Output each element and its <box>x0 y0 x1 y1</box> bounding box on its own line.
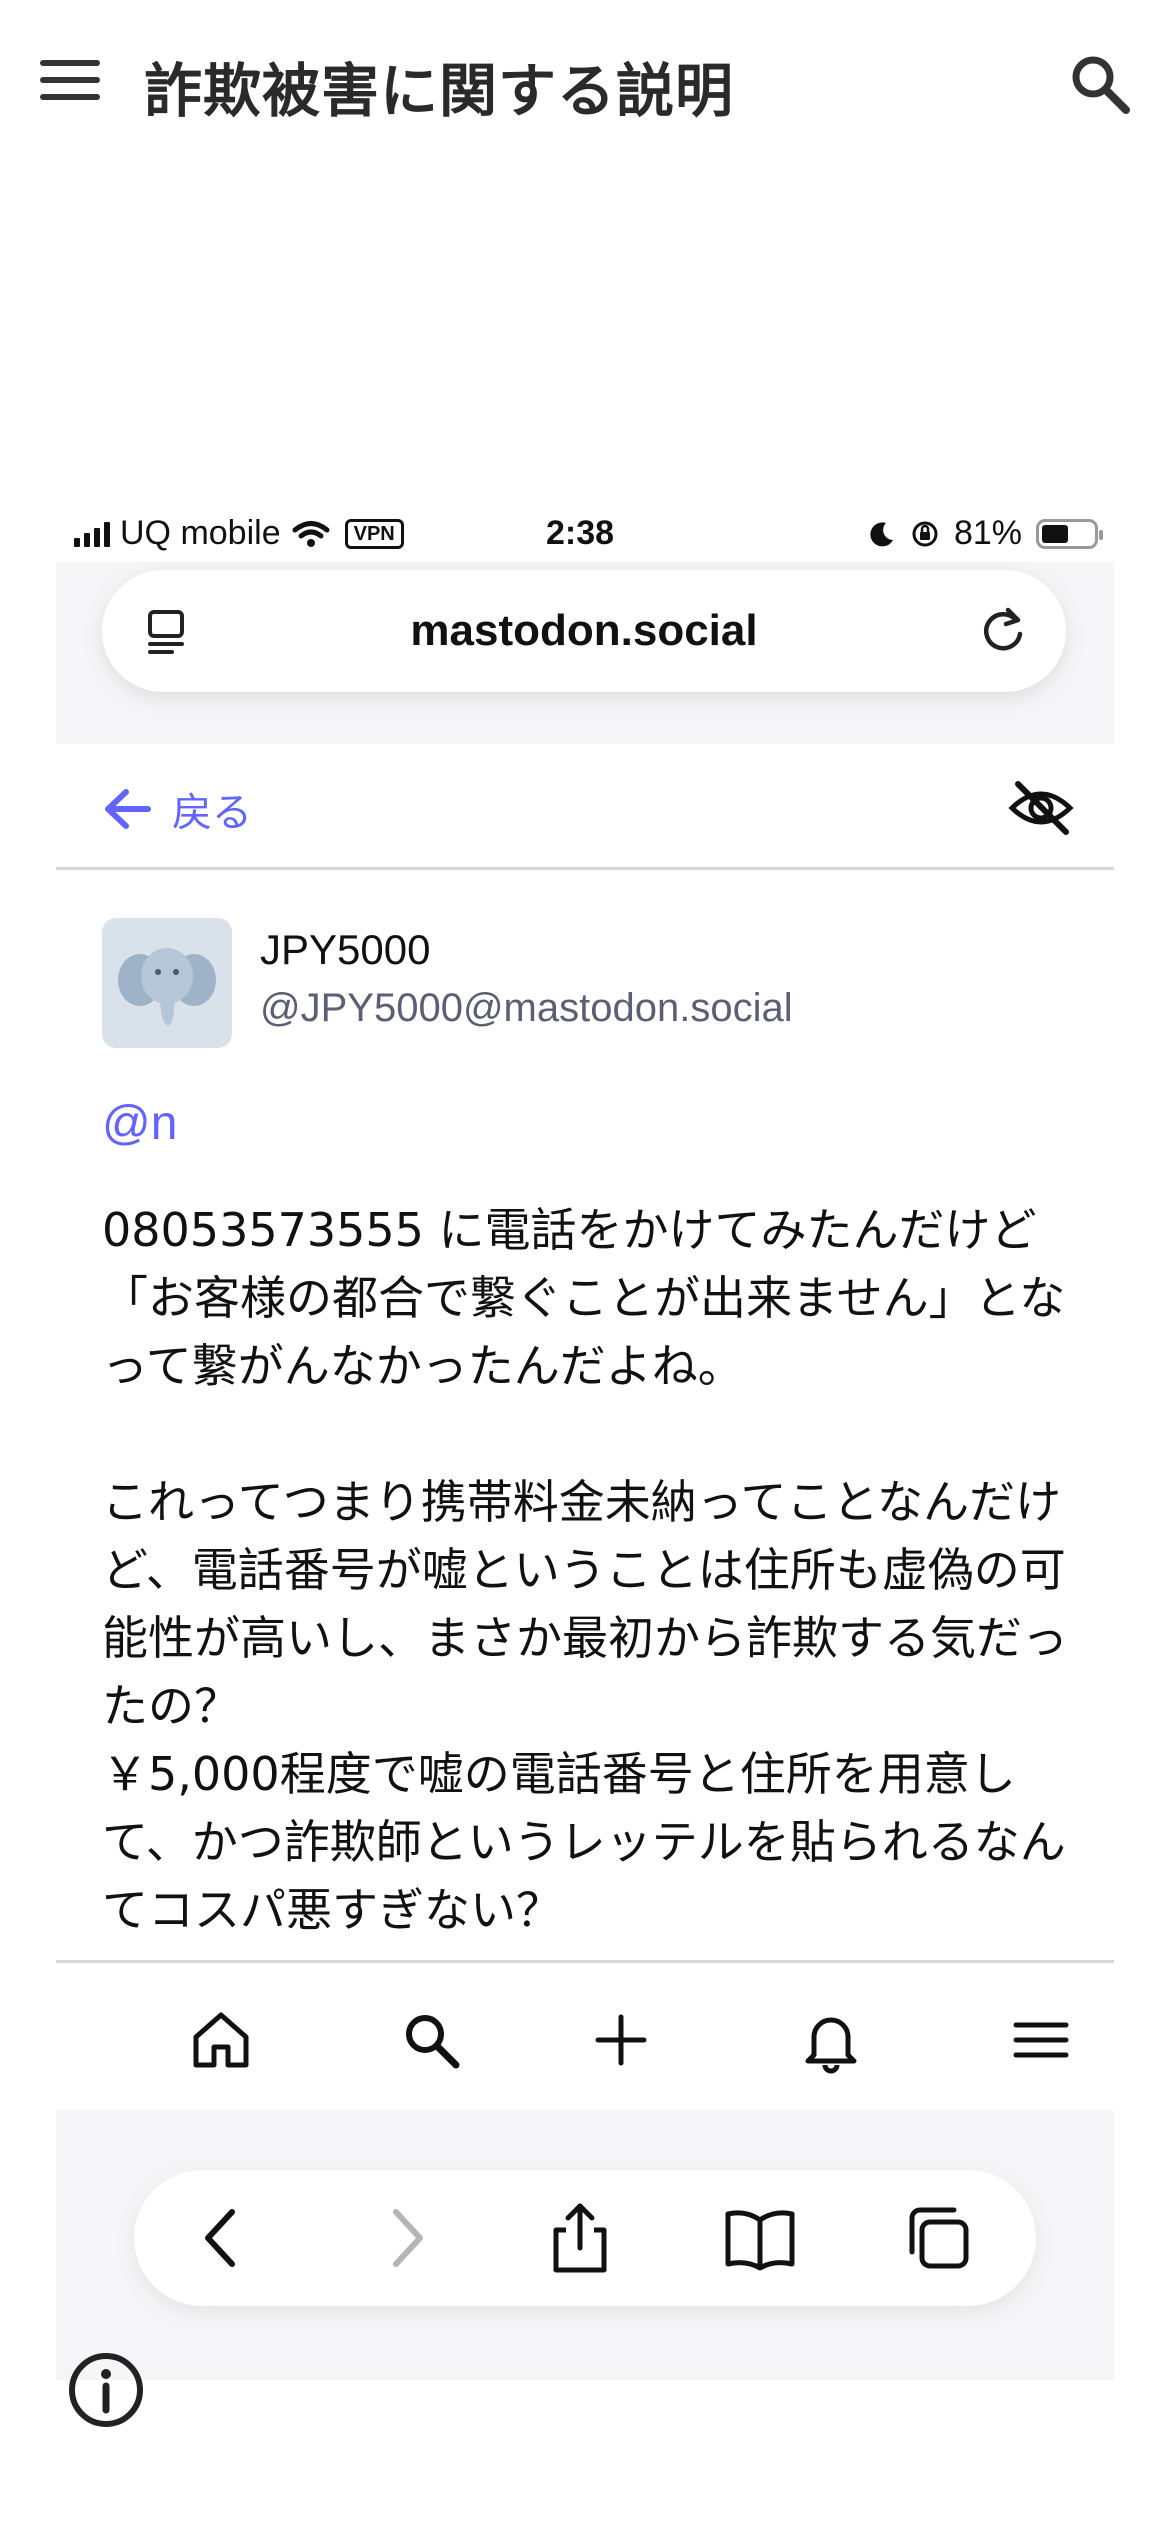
battery-icon <box>1036 518 1103 549</box>
mention-link[interactable]: @n <box>102 1096 177 1151</box>
app-tab-bar <box>56 1960 1114 2110</box>
search-icon[interactable] <box>1066 50 1136 120</box>
wifi-icon <box>292 520 330 547</box>
menu-icon[interactable] <box>1006 2005 1076 2075</box>
home-icon[interactable] <box>186 2005 256 2075</box>
elephant-avatar-icon <box>118 948 216 1026</box>
search-icon[interactable] <box>396 2005 466 2075</box>
browser-toolbar-area <box>56 2110 1114 2380</box>
app-header: 詐欺被害に関する説明 <box>0 0 1170 170</box>
orientation-lock-icon <box>912 521 938 546</box>
page-title: 詐欺被害に関する説明 <box>144 57 735 125</box>
tabs-icon[interactable] <box>900 2200 976 2276</box>
battery-percent: 81% <box>953 514 1022 552</box>
signal-icon <box>74 521 110 547</box>
arrow-left-icon <box>105 789 151 829</box>
status-post[interactable]: JPY5000 @JPY5000@mastodon.social @n 0805… <box>56 870 1114 1960</box>
post-content: 08053573555 に電話をかけてみたんだけど「お客様の都合で繋ぐことが出来… <box>102 1196 1082 1944</box>
url-text[interactable]: mastodon.social <box>102 606 1066 656</box>
forward-icon[interactable] <box>366 2200 442 2276</box>
account-handle[interactable]: @JPY5000@mastodon.social <box>260 986 793 1031</box>
vpn-badge: VPN <box>344 518 404 549</box>
status-bar: UQ mobile VPN 2:38 81% <box>56 508 1114 562</box>
embedded-screenshot: UQ mobile VPN 2:38 81% mastodon.social 戻… <box>56 508 1114 2380</box>
column-header: 戻る <box>56 744 1114 870</box>
browser-toolbar <box>134 2170 1036 2306</box>
bookmarks-icon[interactable] <box>722 2200 798 2276</box>
reload-icon[interactable] <box>976 604 1030 658</box>
compose-icon[interactable] <box>586 2005 656 2075</box>
moon-icon <box>870 521 893 546</box>
share-icon[interactable] <box>542 2200 618 2276</box>
back-label: 戻る <box>172 790 252 836</box>
avatar[interactable] <box>102 918 232 1048</box>
display-name[interactable]: JPY5000 <box>260 926 430 974</box>
post-paragraph: これってつまり携帯料金未納ってことなんだけど、電話番号が嘘ということは住所も虚偽… <box>102 1475 1068 1733</box>
status-time: 2:38 <box>546 514 615 552</box>
post-paragraph: 08053573555 に電話をかけてみたんだけど「お客様の都合で繋ぐことが出来… <box>102 1203 1066 1393</box>
post-paragraph: ￥5,000程度で嘘の電話番号と住所を用意して、かつ詐欺師というレッテルを貼られ… <box>102 1747 1066 1937</box>
eye-slash-icon[interactable] <box>1008 778 1074 838</box>
back-icon[interactable] <box>186 2200 262 2276</box>
address-bar[interactable]: mastodon.social <box>102 570 1066 692</box>
back-button[interactable]: 戻る <box>102 780 252 838</box>
hamburger-menu-icon[interactable] <box>40 60 100 108</box>
browser-address-area: mastodon.social <box>56 562 1114 744</box>
notifications-icon[interactable] <box>796 2005 866 2075</box>
info-icon[interactable] <box>66 2350 146 2430</box>
carrier-label: UQ mobile <box>120 514 281 552</box>
